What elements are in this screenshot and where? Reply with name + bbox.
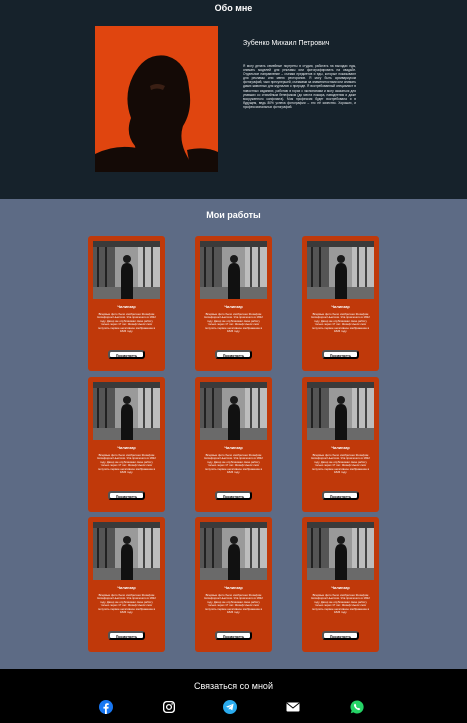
work-card: Чилинзар Впервые фото было изобретено Жо… xyxy=(88,517,165,652)
work-photo[interactable] xyxy=(93,382,160,440)
work-title: Чилинзар xyxy=(331,305,350,309)
contact-title: Связаться со мной xyxy=(194,681,273,691)
whatsapp-icon[interactable] xyxy=(350,700,364,714)
view-button[interactable]: Посмотреть xyxy=(215,631,252,640)
works-section: Мои работы Чилинзар Впервые фото было из… xyxy=(0,199,467,669)
work-card: Чилинзар Впервые фото было изобретено Жо… xyxy=(195,236,272,371)
work-card: Чилинзар Впервые фото было изобретено Жо… xyxy=(88,236,165,371)
instagram-icon[interactable] xyxy=(162,700,176,714)
work-description: Впервые фото было изобретено Жозефом Нис… xyxy=(97,593,156,615)
work-description: Впервые фото было изобретено Жозефом Нис… xyxy=(204,453,263,475)
work-photo[interactable] xyxy=(200,382,267,440)
author-name: Зубенко Михаил Петрович xyxy=(243,40,330,47)
work-title: Чилинзар xyxy=(117,305,136,309)
about-title: Обо мне xyxy=(214,3,253,13)
telegram-icon[interactable] xyxy=(223,700,237,714)
work-description: Впервые фото было изобретено Жозефом Нис… xyxy=(97,312,156,334)
work-description: Впервые фото было изобретено Жозефом Нис… xyxy=(311,453,370,475)
work-description: Впервые фото было изобретено Жозефом Нис… xyxy=(311,312,370,334)
contact-footer: Связаться со мной xyxy=(0,669,467,723)
facebook-icon[interactable] xyxy=(99,700,113,714)
work-description: Впервые фото было изобретено Жозефом Нис… xyxy=(204,312,263,334)
view-button[interactable]: Посмотреть xyxy=(322,350,359,359)
view-button[interactable]: Посмотреть xyxy=(215,350,252,359)
work-card: Чилинзар Впервые фото было изобретено Жо… xyxy=(195,377,272,512)
work-photo[interactable] xyxy=(200,241,267,299)
work-card: Чилинзар Впервые фото было изобретено Жо… xyxy=(302,236,379,371)
work-title: Чилинзар xyxy=(331,446,350,450)
view-button[interactable]: Посмотреть xyxy=(322,631,359,640)
work-photo[interactable] xyxy=(307,382,374,440)
view-button[interactable]: Посмотреть xyxy=(108,491,145,500)
work-card: Чилинзар Впервые фото было изобретено Жо… xyxy=(302,517,379,652)
work-photo[interactable] xyxy=(200,522,267,580)
work-title: Чилинзар xyxy=(224,586,243,590)
work-photo[interactable] xyxy=(93,241,160,299)
work-title: Чилинзар xyxy=(224,446,243,450)
work-card: Чилинзар Впервые фото было изобретено Жо… xyxy=(88,377,165,512)
work-card: Чилинзар Впервые фото было изобретено Жо… xyxy=(302,377,379,512)
work-title: Чилинзар xyxy=(117,586,136,590)
view-button[interactable]: Посмотреть xyxy=(108,350,145,359)
works-grid: Чилинзар Впервые фото было изобретено Жо… xyxy=(88,236,379,652)
portrait-image xyxy=(95,26,218,172)
work-title: Чилинзар xyxy=(224,305,243,309)
work-description: Впервые фото было изобретено Жозефом Нис… xyxy=(97,453,156,475)
mail-icon[interactable] xyxy=(286,700,300,714)
work-photo[interactable] xyxy=(307,522,374,580)
view-button[interactable]: Посмотреть xyxy=(108,631,145,640)
view-button[interactable]: Посмотреть xyxy=(322,491,359,500)
work-photo[interactable] xyxy=(93,522,160,580)
work-card: Чилинзар Впервые фото было изобретено Жо… xyxy=(195,517,272,652)
author-bio: Я могу делать семейные портреты в студии… xyxy=(243,64,356,109)
work-title: Чилинзар xyxy=(117,446,136,450)
work-description: Впервые фото было изобретено Жозефом Нис… xyxy=(204,593,263,615)
work-photo[interactable] xyxy=(307,241,374,299)
work-title: Чилинзар xyxy=(331,586,350,590)
view-button[interactable]: Посмотреть xyxy=(215,491,252,500)
works-title: Мои работы xyxy=(206,210,261,220)
work-description: Впервые фото было изобретено Жозефом Нис… xyxy=(311,593,370,615)
about-section: Обо мне Зубенко Михаил Петрович Я могу д… xyxy=(0,0,467,199)
